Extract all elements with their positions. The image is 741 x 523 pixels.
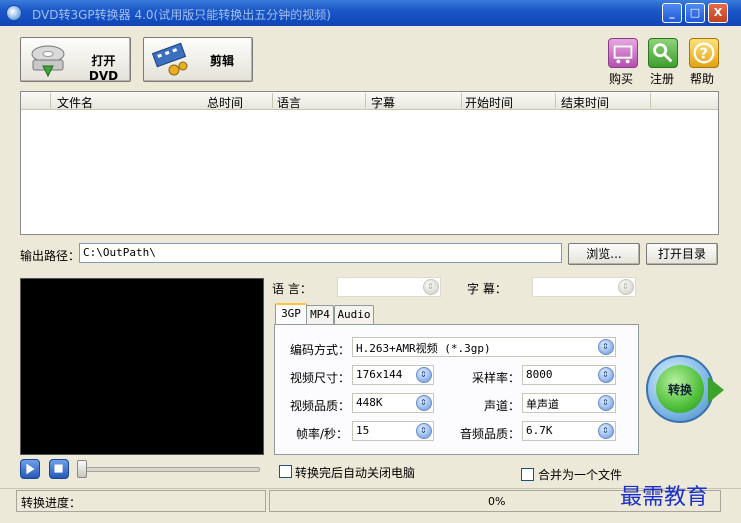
browse-button[interactable]: 浏览... bbox=[568, 243, 640, 265]
frame-rate-select[interactable]: 15 bbox=[352, 421, 434, 441]
close-button[interactable]: X bbox=[708, 3, 728, 23]
column-header-total-time[interactable]: 总时间 bbox=[207, 94, 243, 111]
column-header-filename[interactable]: 文件名 bbox=[57, 94, 93, 111]
column-header-start-time[interactable]: 开始时间 bbox=[465, 94, 513, 111]
file-list-header: 文件名 总时间 语言 字幕 开始时间 结束时间 bbox=[21, 92, 718, 110]
shutdown-checkbox[interactable] bbox=[279, 465, 292, 478]
language-select[interactable] bbox=[337, 277, 441, 297]
column-header-language[interactable]: 语言 bbox=[277, 94, 301, 111]
channel-label: 声道： bbox=[484, 399, 521, 413]
dropdown-arrow-icon bbox=[416, 423, 432, 439]
channel-select[interactable]: 单声道 bbox=[522, 393, 616, 413]
maximize-button[interactable]: □ bbox=[685, 3, 705, 23]
dropdown-arrow-icon bbox=[598, 339, 614, 355]
svg-text:?: ? bbox=[699, 45, 708, 63]
playback-slider-track[interactable] bbox=[82, 467, 260, 472]
progress-value: 0% bbox=[488, 495, 506, 508]
column-header-subtitle[interactable]: 字幕 bbox=[371, 94, 395, 111]
progress-label: 转换进度： bbox=[21, 496, 82, 510]
minimize-button[interactable]: _ bbox=[662, 3, 682, 23]
audio-quality-select[interactable]: 6.7K bbox=[522, 421, 616, 441]
dvd-drive-icon bbox=[31, 45, 65, 78]
tab-audio[interactable]: Audio bbox=[334, 305, 374, 325]
video-preview bbox=[20, 278, 264, 455]
title-bar: DVD转3GP转换器 4.0(试用版只能转换出五分钟的视频) _ □ X bbox=[0, 0, 741, 26]
dropdown-arrow-icon bbox=[598, 395, 614, 411]
video-quality-select[interactable]: 448K bbox=[352, 393, 434, 413]
tab-3gp[interactable]: 3GP bbox=[275, 303, 307, 325]
dropdown-arrow-icon bbox=[598, 367, 614, 383]
output-path-label: 输出路径： bbox=[20, 249, 81, 263]
audio-quality-label: 音频品质： bbox=[460, 427, 521, 441]
dropdown-arrow-icon bbox=[416, 395, 432, 411]
tab-mp4[interactable]: MP4 bbox=[306, 305, 334, 325]
video-size-select[interactable]: 176x144 bbox=[352, 365, 434, 385]
play-icon bbox=[26, 463, 35, 475]
video-quality-label: 视频品质： bbox=[290, 399, 351, 413]
help-label[interactable]: 帮助 bbox=[690, 70, 714, 87]
cart-icon[interactable] bbox=[608, 38, 638, 68]
shutdown-label: 转换完后自动关闭电脑 bbox=[295, 466, 416, 480]
sample-rate-select[interactable]: 8000 bbox=[522, 365, 616, 385]
convert-button[interactable]: 转换 bbox=[646, 355, 724, 423]
stop-icon bbox=[54, 464, 63, 473]
frame-rate-label: 帧率/秒： bbox=[296, 427, 349, 441]
output-path-field[interactable]: C:\OutPath\ bbox=[79, 243, 562, 263]
merge-checkbox[interactable] bbox=[521, 468, 534, 481]
column-header-end-time[interactable]: 结束时间 bbox=[561, 94, 609, 111]
open-dvd-button[interactable]: 打开DVD bbox=[20, 37, 131, 83]
window-title: DVD转3GP转换器 4.0(试用版只能转换出五分钟的视频) bbox=[32, 8, 331, 22]
dropdown-arrow-icon bbox=[416, 367, 432, 383]
open-directory-button[interactable]: 打开目录 bbox=[646, 243, 718, 265]
subtitle-select[interactable] bbox=[532, 277, 636, 297]
language-label: 语 言： bbox=[272, 282, 312, 296]
key-icon[interactable] bbox=[648, 38, 678, 68]
film-scissors-icon bbox=[152, 42, 188, 76]
encoding-select[interactable]: H.263+AMR视频 (*.3gp) bbox=[352, 337, 616, 357]
convert-label: 转换 bbox=[668, 383, 693, 397]
dropdown-arrow-icon bbox=[618, 279, 634, 295]
merge-label: 合并为一个文件 bbox=[538, 468, 623, 482]
playback-slider-thumb[interactable] bbox=[77, 460, 87, 478]
edit-button[interactable]: 剪辑 bbox=[143, 37, 253, 82]
register-label[interactable]: 注册 bbox=[650, 70, 674, 87]
encoding-label: 编码方式： bbox=[290, 343, 351, 357]
progress-label-panel: 转换进度： bbox=[16, 490, 266, 512]
sample-rate-label: 采样率： bbox=[472, 371, 521, 385]
edit-label: 剪辑 bbox=[210, 54, 235, 68]
question-icon[interactable]: ? bbox=[689, 38, 719, 68]
watermark: 最需教育 bbox=[620, 485, 709, 510]
play-button[interactable] bbox=[20, 459, 40, 479]
dropdown-arrow-icon bbox=[423, 279, 439, 295]
buy-label[interactable]: 购买 bbox=[609, 70, 633, 87]
stop-button[interactable] bbox=[49, 459, 69, 479]
open-dvd-label: 打开DVD bbox=[88, 54, 119, 83]
video-size-label: 视频尺寸： bbox=[290, 371, 351, 385]
dropdown-arrow-icon bbox=[598, 423, 614, 439]
subtitle-label: 字 幕： bbox=[467, 282, 507, 296]
app-icon bbox=[6, 5, 22, 21]
file-list[interactable]: 文件名 总时间 语言 字幕 开始时间 结束时间 bbox=[20, 91, 719, 235]
play-arrow-icon bbox=[708, 377, 724, 403]
